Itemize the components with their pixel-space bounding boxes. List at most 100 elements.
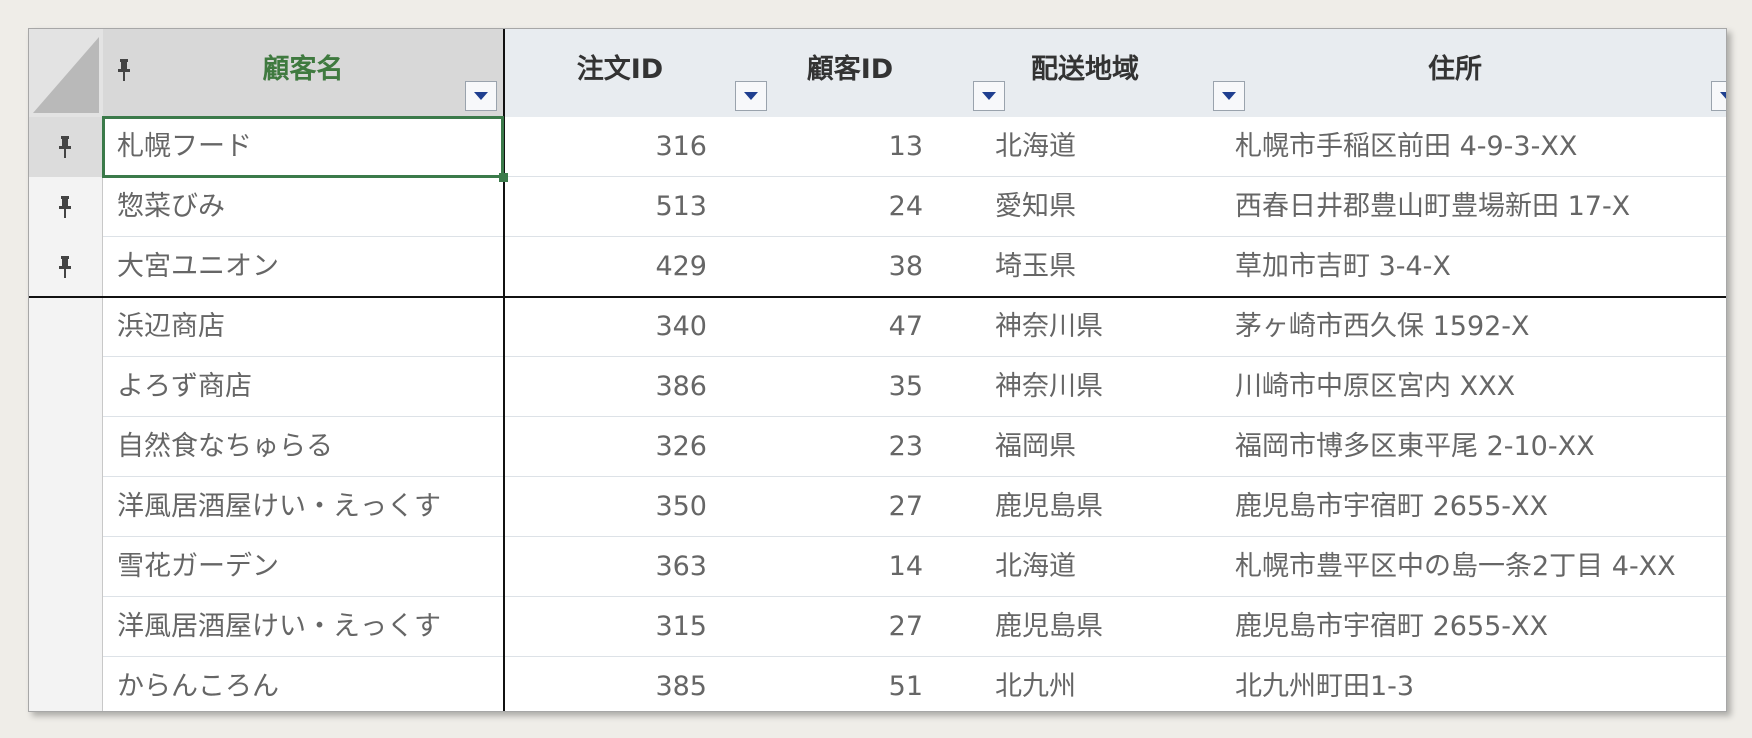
cell-customer-id[interactable]: 23: [707, 417, 923, 477]
frozen-row-divider: [29, 296, 1726, 298]
pin-icon[interactable]: [59, 136, 71, 158]
row-gridline: [103, 536, 1726, 537]
cell-order-id[interactable]: 350: [503, 477, 707, 537]
cell-order-id[interactable]: 316: [503, 117, 707, 177]
column-header-label: 顧客ID: [806, 53, 894, 85]
cell-customer-name[interactable]: からんころん: [103, 657, 503, 711]
cell-region[interactable]: 鹿児島県: [995, 597, 1215, 657]
cell-region[interactable]: 神奈川県: [995, 297, 1215, 357]
column-header-region[interactable]: 配送地域: [965, 29, 1245, 117]
cell-order-id[interactable]: 326: [503, 417, 707, 477]
table-row[interactable]: 洋風居酒屋けい・えっくす 315 27 鹿児島県 鹿児島市宇宿町 2655-XX: [29, 597, 1726, 657]
cell-order-id[interactable]: 315: [503, 597, 707, 657]
cell-region[interactable]: 神奈川県: [995, 357, 1215, 417]
cell-customer-id[interactable]: 51: [707, 657, 923, 711]
frozen-column-divider: [503, 29, 505, 711]
cell-address[interactable]: 西春日井郡豊山町豊場新田 17-X: [1235, 177, 1725, 237]
cell-address[interactable]: 鹿児島市宇宿町 2655-XX: [1235, 477, 1725, 537]
cell-customer-name[interactable]: 大宮ユニオン: [103, 237, 503, 297]
row-header[interactable]: [29, 357, 103, 417]
cell-customer-id[interactable]: 47: [707, 297, 923, 357]
corner-triangle-icon: [33, 37, 99, 113]
cell-region[interactable]: 愛知県: [995, 177, 1215, 237]
cell-region[interactable]: 北九州: [995, 657, 1215, 711]
cell-address[interactable]: 茅ヶ崎市西久保 1592-X: [1235, 297, 1725, 357]
cell-address[interactable]: 札幌市手稲区前田 4-9-3-XX: [1235, 117, 1725, 177]
cell-region[interactable]: 福岡県: [995, 417, 1215, 477]
cell-order-id[interactable]: 340: [503, 297, 707, 357]
column-header-customer-id[interactable]: 顧客ID: [735, 29, 1005, 117]
cell-order-id[interactable]: 363: [503, 537, 707, 597]
cell-region[interactable]: 北海道: [995, 117, 1215, 177]
pin-icon[interactable]: [59, 256, 71, 278]
cell-customer-name[interactable]: 惣菜びみ: [103, 177, 503, 237]
row-header[interactable]: [29, 537, 103, 597]
cell-customer-id[interactable]: 38: [707, 237, 923, 297]
cell-customer-name[interactable]: 浜辺商店: [103, 297, 503, 357]
table-row[interactable]: 洋風居酒屋けい・えっくす 350 27 鹿児島県 鹿児島市宇宿町 2655-XX: [29, 477, 1726, 537]
cell-customer-name[interactable]: 洋風居酒屋けい・えっくす: [103, 477, 503, 537]
row-header[interactable]: [29, 657, 103, 711]
column-header-order-id[interactable]: 注文ID: [505, 29, 767, 117]
row-header[interactable]: [29, 117, 103, 177]
column-header-label: 住所: [1428, 53, 1482, 85]
cell-address[interactable]: 草加市吉町 3-4-X: [1235, 237, 1725, 297]
row-header[interactable]: [29, 477, 103, 537]
cell-customer-id[interactable]: 27: [707, 597, 923, 657]
table-row[interactable]: 雪花ガーデン 363 14 北海道 札幌市豊平区中の島一条2丁目 4-XX: [29, 537, 1726, 597]
row-header-divider: [102, 117, 103, 711]
column-header-address[interactable]: 住所: [1215, 29, 1726, 117]
table-row[interactable]: 自然食なちゅらる 326 23 福岡県 福岡市博多区東平尾 2-10-XX: [29, 417, 1726, 477]
row-header[interactable]: [29, 417, 103, 477]
cell-order-id[interactable]: 429: [503, 237, 707, 297]
cell-region[interactable]: 埼玉県: [995, 237, 1215, 297]
table-row[interactable]: 大宮ユニオン 429 38 埼玉県 草加市吉町 3-4-X: [29, 237, 1726, 297]
row-gridline: [103, 416, 1726, 417]
row-gridline: [103, 176, 1726, 177]
filter-dropdown-button[interactable]: [465, 81, 497, 111]
pin-icon[interactable]: [117, 59, 131, 81]
cell-customer-id[interactable]: 27: [707, 477, 923, 537]
cell-address[interactable]: 川崎市中原区宮内 XXX: [1235, 357, 1725, 417]
table-row[interactable]: 札幌フード 316 13 北海道 札幌市手稲区前田 4-9-3-XX: [29, 117, 1726, 177]
row-header[interactable]: [29, 177, 103, 237]
row-gridline: [103, 236, 1726, 237]
row-gridline: [103, 476, 1726, 477]
cell-customer-id[interactable]: 13: [707, 117, 923, 177]
column-header-customer-name[interactable]: 顧客名: [103, 29, 503, 117]
table-row[interactable]: よろず商店 386 35 神奈川県 川崎市中原区宮内 XXX: [29, 357, 1726, 417]
cell-address[interactable]: 札幌市豊平区中の島一条2丁目 4-XX: [1235, 537, 1725, 597]
column-header-label: 注文ID: [576, 53, 664, 85]
cell-customer-id[interactable]: 24: [707, 177, 923, 237]
fill-handle[interactable]: [499, 173, 508, 182]
table-row[interactable]: 惣菜びみ 513 24 愛知県 西春日井郡豊山町豊場新田 17-X: [29, 177, 1726, 237]
cell-address[interactable]: 鹿児島市宇宿町 2655-XX: [1235, 597, 1725, 657]
table-row[interactable]: 浜辺商店 340 47 神奈川県 茅ヶ崎市西久保 1592-X: [29, 297, 1726, 357]
filter-dropdown-icon: [474, 92, 488, 100]
table-row[interactable]: からんころん 385 51 北九州 北九州町田1-3: [29, 657, 1726, 711]
cell-customer-name[interactable]: よろず商店: [103, 357, 503, 417]
filter-dropdown-icon: [1720, 92, 1726, 100]
cell-order-id[interactable]: 513: [503, 177, 707, 237]
cell-address[interactable]: 北九州町田1-3: [1235, 657, 1725, 711]
filter-dropdown-button[interactable]: [1711, 81, 1726, 111]
cell-customer-name[interactable]: 自然食なちゅらる: [103, 417, 503, 477]
cell-customer-name[interactable]: 札幌フード: [103, 117, 503, 177]
pin-icon[interactable]: [59, 196, 71, 218]
row-header[interactable]: [29, 237, 103, 297]
cell-customer-name[interactable]: 雪花ガーデン: [103, 537, 503, 597]
column-header-label: 顧客名: [262, 53, 344, 85]
column-header-label: 配送地域: [1031, 53, 1139, 85]
select-all-corner[interactable]: [29, 29, 103, 117]
cell-address[interactable]: 福岡市博多区東平尾 2-10-XX: [1235, 417, 1725, 477]
cell-region[interactable]: 北海道: [995, 537, 1215, 597]
cell-customer-id[interactable]: 14: [707, 537, 923, 597]
cell-customer-id[interactable]: 35: [707, 357, 923, 417]
row-gridline: [103, 656, 1726, 657]
row-header[interactable]: [29, 597, 103, 657]
row-header[interactable]: [29, 297, 103, 357]
cell-order-id[interactable]: 385: [503, 657, 707, 711]
cell-region[interactable]: 鹿児島県: [995, 477, 1215, 537]
cell-order-id[interactable]: 386: [503, 357, 707, 417]
cell-customer-name[interactable]: 洋風居酒屋けい・えっくす: [103, 597, 503, 657]
